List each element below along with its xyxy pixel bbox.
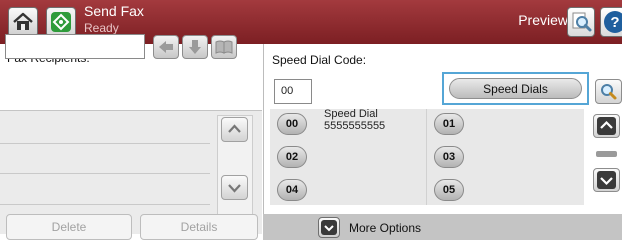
speed-dial-code-label: Speed Dial Code: xyxy=(272,53,367,67)
speed-dial-scroll-down-button[interactable] xyxy=(593,168,620,192)
home-icon xyxy=(13,12,33,30)
preview-button[interactable] xyxy=(567,7,595,37)
speed-dial-scroll-up-button[interactable] xyxy=(593,114,620,138)
speed-dial-entry-05[interactable]: 05 xyxy=(434,179,464,201)
search-icon xyxy=(601,84,617,100)
scroll-thumb[interactable] xyxy=(596,151,617,157)
speed-dial-entry-02[interactable]: 02 xyxy=(277,146,307,168)
home-button[interactable] xyxy=(8,7,38,37)
address-book-icon xyxy=(215,40,233,54)
chevron-down-icon xyxy=(321,220,337,235)
svg-text:?: ? xyxy=(610,14,619,31)
chevron-up-icon xyxy=(597,117,616,135)
more-options-bar[interactable] xyxy=(263,214,622,240)
app-title: Send Fax xyxy=(84,3,144,19)
scroll-down-button[interactable] xyxy=(221,175,248,200)
grid-divider xyxy=(426,109,427,205)
speed-dial-search-button[interactable] xyxy=(595,79,622,104)
left-arrow-icon xyxy=(159,41,173,53)
scroll-up-button[interactable] xyxy=(221,117,248,142)
chevron-up-icon xyxy=(228,124,241,133)
down-arrow-icon xyxy=(189,40,201,54)
chevron-down-icon xyxy=(597,171,616,189)
speed-dial-grid xyxy=(270,109,584,205)
list-row-divider xyxy=(0,204,210,205)
address-book-button[interactable] xyxy=(211,35,237,59)
recipients-input[interactable] xyxy=(5,34,145,59)
delete-button[interactable]: Delete xyxy=(6,214,132,240)
back-arrow-button[interactable] xyxy=(153,35,179,59)
list-row-divider xyxy=(0,143,210,144)
details-button[interactable]: Details xyxy=(140,214,258,240)
more-options-label: More Options xyxy=(349,221,422,235)
chevron-down-icon xyxy=(228,184,241,193)
preview-label: Preview xyxy=(518,12,568,28)
status-text: Ready xyxy=(84,21,119,35)
speed-dial-entry-03[interactable]: 03 xyxy=(434,146,464,168)
speed-dials-focus-frame: Speed Dials xyxy=(442,72,589,105)
speed-dials-button[interactable]: Speed Dials xyxy=(449,78,582,99)
speed-dial-entry-name: Speed Dial xyxy=(324,108,378,120)
speed-dial-code-value: 00 xyxy=(281,85,294,97)
help-icon: ? xyxy=(604,11,622,33)
list-row-divider xyxy=(0,173,210,174)
more-options-button[interactable] xyxy=(318,217,340,238)
magnifier-icon xyxy=(572,12,592,32)
down-arrow-button[interactable] xyxy=(182,35,208,59)
fax-app-icon xyxy=(46,7,76,37)
speed-dial-entry-04[interactable]: 04 xyxy=(277,179,307,201)
speed-dial-entry-number: 5555555555 xyxy=(324,120,386,132)
speed-dial-code-input[interactable]: 00 xyxy=(274,79,312,104)
speed-dial-entry-01[interactable]: 01 xyxy=(434,113,464,135)
help-button[interactable]: ? xyxy=(600,7,622,37)
speed-dial-entry-00[interactable]: 00 xyxy=(277,113,307,135)
